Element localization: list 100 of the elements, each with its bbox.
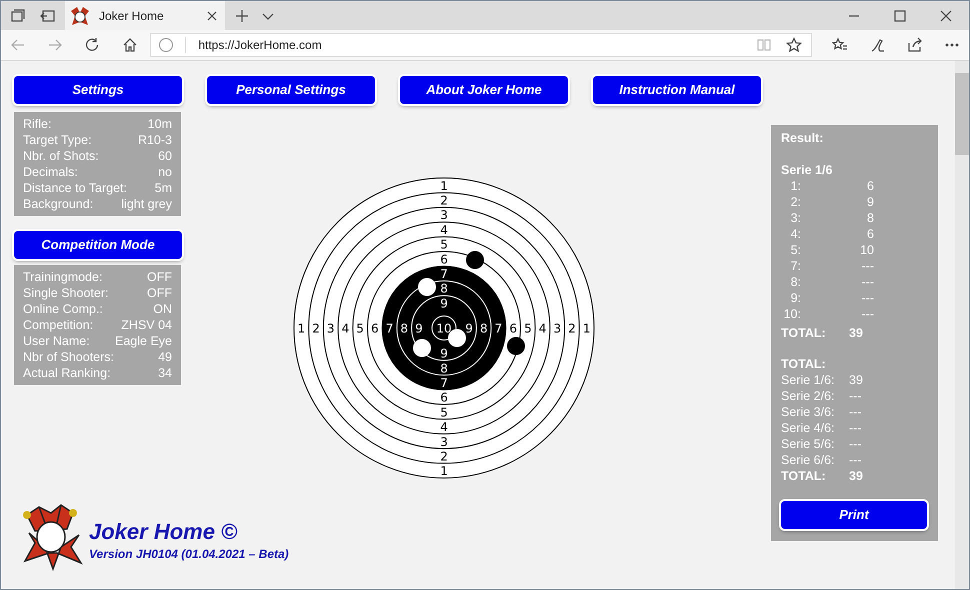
ring-number: 2 [568, 322, 576, 336]
shot-score: --- [860, 290, 874, 306]
ring-number: 4 [341, 322, 349, 336]
ring-number: 9 [414, 322, 422, 336]
ring-number: 5 [440, 405, 448, 420]
setting-value: ZHSV 04 [121, 317, 172, 333]
ring-number: 1 [582, 322, 590, 336]
ring-number: 2 [440, 194, 448, 208]
result-value: 39 [849, 325, 863, 341]
setting-value: OFF [147, 285, 172, 301]
ring-number: 3 [440, 434, 448, 449]
ring-number: 1 [440, 464, 448, 478]
result-value: --- [849, 436, 862, 452]
result-label: Serie 6/6: [781, 452, 836, 468]
setting-value: light grey [121, 196, 172, 212]
ring-number: 9 [464, 322, 472, 336]
setting-label: Nbr. of Shots: [23, 148, 99, 164]
ring-number: 6 [508, 322, 517, 336]
setting-label: Online Comp.: [23, 301, 103, 317]
result-label: TOTAL: [781, 325, 827, 341]
setting-label: Single Shooter: [23, 285, 108, 301]
setting-value: 60 [158, 148, 172, 164]
setting-label: Target Type: [23, 132, 92, 148]
ring-number: 6 [370, 322, 378, 336]
ring-number: 7 [440, 267, 448, 281]
shot-score: --- [860, 306, 874, 322]
shot-score: --- [860, 258, 874, 274]
ring-number: 6 [440, 390, 448, 405]
result-label: Serie 4/6: [781, 420, 836, 436]
ring-number: 4 [538, 322, 546, 336]
setting-value: 5m [154, 180, 172, 196]
setting-label: Actual Ranking: [23, 365, 111, 381]
version-text: Version JH0104 (01.04.2021 – Beta) [89, 546, 289, 563]
shot-score: --- [860, 274, 874, 290]
menu-button[interactable]: About Joker Home [400, 76, 568, 104]
shot-number: 2: [790, 194, 801, 210]
setting-value: no [158, 164, 172, 180]
ring-number: 9 [440, 346, 448, 361]
result-heading: Result: [781, 130, 824, 146]
ring-number: 10 [436, 322, 452, 336]
ring-number: 5 [524, 322, 532, 336]
ring-number: 5 [356, 322, 364, 336]
setting-label: Distance to Target: [23, 180, 127, 196]
ring-number: 4 [440, 222, 448, 237]
menu-button[interactable]: Print [781, 501, 927, 529]
setting-value: OFF [147, 269, 172, 285]
setting-value: R10-3 [138, 132, 172, 148]
setting-value: Eagle Eye [115, 333, 172, 349]
menu-button[interactable]: Instruction Manual [593, 76, 761, 104]
result-label: Serie 1/6: [781, 372, 836, 388]
url-text: https://JokerHome.com [198, 37, 323, 54]
ring-number: 7 [440, 376, 448, 390]
shot-score: 8 [866, 210, 874, 226]
shot-score: 10 [859, 242, 874, 258]
result-value: 39 [849, 468, 863, 484]
setting-label: Competition: [23, 317, 94, 333]
tab-title: Joker Home [99, 8, 165, 24]
shot-number: 9: [790, 290, 801, 306]
ring-number: 2 [312, 322, 320, 336]
shot-number: 1: [790, 178, 801, 194]
result-label: Serie 2/6: [781, 388, 836, 404]
setting-value: ON [153, 301, 172, 317]
ring-number: 9 [440, 296, 448, 310]
ring-number: 3 [326, 322, 334, 336]
shot-number: 5: [790, 242, 801, 258]
ring-number: 8 [479, 322, 488, 336]
setting-label: User Name: [23, 333, 90, 349]
ring-number: 3 [552, 322, 561, 336]
result-value: 39 [849, 372, 863, 388]
setting-label: Nbr of Shooters: [23, 349, 114, 365]
shot-number: 4: [790, 226, 801, 242]
browser-tab[interactable]: Joker Home [65, 1, 225, 30]
setting-label: Decimals: [23, 164, 78, 180]
result-label: Serie 3/6: [781, 404, 836, 420]
setting-value: 10m [148, 116, 172, 132]
setting-label: Trainingmode: [23, 269, 102, 285]
shot-score: 6 [866, 226, 874, 242]
setting-value: 49 [158, 349, 172, 365]
ring-number: 2 [440, 450, 448, 464]
ring-number: 4 [440, 420, 448, 434]
setting-label: Background: [23, 196, 94, 212]
ring-number: 8 [400, 322, 408, 336]
result-label: Serie 5/6: [781, 436, 836, 452]
shot-score: 6 [866, 178, 874, 194]
ring-number: 7 [494, 322, 502, 336]
setting-value: 34 [158, 365, 172, 381]
shot-number: 8: [790, 274, 801, 290]
menu-button[interactable]: Competition Mode [14, 231, 182, 259]
shot-number: 10: [782, 306, 801, 322]
ring-number: 1 [296, 322, 305, 336]
result-value: --- [849, 388, 862, 404]
result-heading: TOTAL: [781, 356, 826, 372]
menu-button[interactable]: Personal Settings [207, 76, 375, 104]
result-heading: Serie 1/6 [781, 162, 832, 178]
ring-number: 1 [440, 178, 448, 193]
setting-label: Rifle: [23, 116, 52, 132]
ring-number: 8 [440, 282, 448, 296]
address-bar[interactable]: https://JokerHome.com [150, 33, 812, 57]
menu-button[interactable]: Settings [14, 76, 182, 104]
ring-number: 8 [440, 361, 448, 376]
